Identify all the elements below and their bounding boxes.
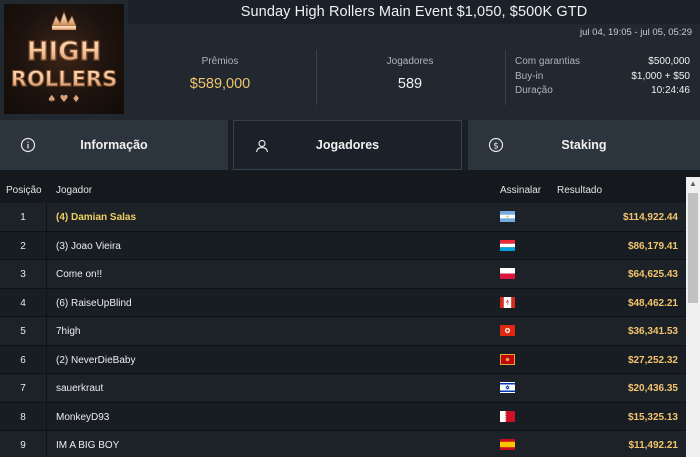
position-cell: 6 bbox=[20, 354, 26, 366]
dollar-icon: $ bbox=[488, 137, 504, 153]
players-label: Jogadores bbox=[386, 56, 434, 67]
detail-buyin: Buy-in $1,000 + $50 bbox=[515, 70, 690, 85]
table-row[interactable]: 4 (6) RaiseUpBlind $48,462.21 bbox=[0, 288, 686, 317]
player-name: (4) Damian Salas bbox=[56, 212, 137, 223]
detail-value: 10:24:46 bbox=[651, 85, 690, 96]
position-cell: 9 bbox=[20, 440, 26, 451]
montenegro-flag-icon bbox=[500, 353, 515, 365]
tab-staking[interactable]: $ Staking bbox=[468, 120, 700, 170]
svg-text:♠ ♥ ♦: ♠ ♥ ♦ bbox=[47, 94, 80, 105]
result-cell: $11,492.21 bbox=[628, 440, 679, 451]
tab-jogadores[interactable]: Jogadores bbox=[233, 120, 462, 170]
player-name: (6) RaiseUpBlind bbox=[56, 297, 132, 309]
israel-flag-icon bbox=[500, 382, 515, 393]
players-value: 589 bbox=[397, 76, 423, 92]
prize-value: $589,000 bbox=[189, 76, 251, 92]
canada-flag-icon bbox=[500, 296, 515, 308]
scroll-up-arrow-icon[interactable]: ▲ bbox=[686, 177, 700, 191]
result-cell: $15,325.13 bbox=[627, 411, 678, 423]
results-table-header: Posição Jogador Assinalar Resultado bbox=[0, 177, 686, 203]
detail-guarantee: Com garantias $500,000 bbox=[515, 55, 690, 70]
results-table: 1 (4) Damian Salas $114,922.44 2 (3) Joa… bbox=[0, 203, 686, 457]
poland-flag-icon bbox=[500, 268, 515, 279]
tournament-dates: jul 04, 19:05 - jul 05, 05:29 bbox=[580, 27, 692, 38]
player-name: IM A BIG BOY bbox=[56, 440, 120, 451]
table-row[interactable]: 3 Come on!! $64,625.43 bbox=[0, 260, 686, 289]
tournament-details: Com garantias $500,000 Buy-in $1,000 + $… bbox=[515, 55, 690, 99]
position-cell: 5 bbox=[20, 326, 26, 337]
player-name: (2) NeverDieBaby bbox=[56, 354, 136, 366]
position-cell: 8 bbox=[20, 411, 26, 423]
user-icon bbox=[254, 138, 270, 154]
detail-duration: Duração 10:24:46 bbox=[515, 84, 690, 99]
logo-line2: ROLLERS bbox=[11, 67, 117, 91]
table-row[interactable]: 5 7high $36,341.53 bbox=[0, 317, 686, 346]
divider bbox=[316, 50, 317, 105]
info-icon bbox=[20, 137, 36, 153]
svg-text:$: $ bbox=[493, 142, 499, 152]
result-cell: $36,341.53 bbox=[627, 326, 678, 337]
table-scrollbar[interactable]: ▲ bbox=[686, 177, 700, 457]
luxembourg-flag-icon bbox=[500, 239, 515, 251]
prize-label: Prêmios bbox=[201, 56, 239, 67]
table-row[interactable]: 1 (4) Damian Salas $114,922.44 bbox=[0, 203, 686, 232]
detail-label: Com garantias bbox=[515, 56, 581, 67]
table-row[interactable]: 9 IM A BIG BOY $11,492.21 bbox=[0, 431, 686, 457]
column-player: Jogador bbox=[56, 185, 93, 196]
logo-line1: HIGH bbox=[27, 37, 102, 67]
tab-label: Informação bbox=[80, 138, 148, 152]
position-cell: 1 bbox=[20, 212, 26, 223]
hong-kong-flag-icon bbox=[500, 325, 515, 336]
table-row[interactable]: 2 (3) Joao Vieira $86,179.41 bbox=[0, 231, 686, 260]
result-cell: $64,625.43 bbox=[627, 269, 678, 280]
table-row[interactable]: 8 MonkeyD93 $15,325.13 bbox=[0, 402, 686, 431]
players-stat: Jogadores 589 bbox=[360, 56, 460, 92]
title-bar: Sunday High Rollers Main Event $1,050, $… bbox=[128, 0, 700, 24]
result-cell: $48,462.21 bbox=[627, 297, 678, 309]
prize-stat: Prêmios $589,000 bbox=[160, 56, 280, 92]
divider bbox=[505, 50, 506, 105]
player-name: Come on!! bbox=[56, 269, 103, 280]
tab-label: Jogadores bbox=[315, 138, 380, 152]
tab-label: Staking bbox=[561, 138, 607, 152]
detail-label: Duração bbox=[515, 85, 553, 96]
position-cell: 3 bbox=[20, 269, 26, 280]
position-cell: 2 bbox=[20, 240, 26, 252]
player-name: (3) Joao Vieira bbox=[56, 240, 121, 252]
column-result: Resultado bbox=[557, 185, 603, 196]
detail-value: $500,000 bbox=[648, 56, 690, 67]
tournament-header: HIGH ROLLERS ♠ ♥ ♦ Sunday High Rollers M… bbox=[0, 0, 700, 120]
result-cell: $27,252.32 bbox=[627, 354, 678, 366]
tab-bar: Informação Jogadores $ Staking bbox=[0, 120, 700, 170]
spain-flag-icon bbox=[500, 439, 515, 450]
table-row[interactable]: 7 sauerkraut $20,436.35 bbox=[0, 374, 686, 403]
column-flag: Assinalar bbox=[500, 185, 542, 196]
tournament-title: Sunday High Rollers Main Event $1,050, $… bbox=[240, 4, 588, 20]
detail-label: Buy-in bbox=[515, 70, 544, 82]
result-cell: $114,922.44 bbox=[622, 212, 678, 223]
detail-value: $1,000 + $50 bbox=[631, 70, 690, 82]
bahrain-flag-icon bbox=[500, 410, 515, 422]
player-name: MonkeyD93 bbox=[56, 411, 110, 423]
column-position: Posição bbox=[6, 185, 42, 196]
argentina-flag-icon bbox=[500, 211, 515, 222]
tab-informacao[interactable]: Informação bbox=[0, 120, 228, 170]
position-cell: 4 bbox=[20, 297, 26, 309]
tournament-logo: HIGH ROLLERS ♠ ♥ ♦ bbox=[4, 4, 124, 114]
result-cell: $86,179.41 bbox=[627, 240, 678, 252]
player-name: 7high bbox=[56, 326, 81, 337]
position-cell: 7 bbox=[20, 383, 26, 394]
result-cell: $20,436.35 bbox=[627, 383, 678, 394]
table-row[interactable]: 6 (2) NeverDieBaby $27,252.32 bbox=[0, 345, 686, 374]
scroll-thumb[interactable] bbox=[688, 193, 698, 303]
player-name: sauerkraut bbox=[56, 383, 104, 394]
